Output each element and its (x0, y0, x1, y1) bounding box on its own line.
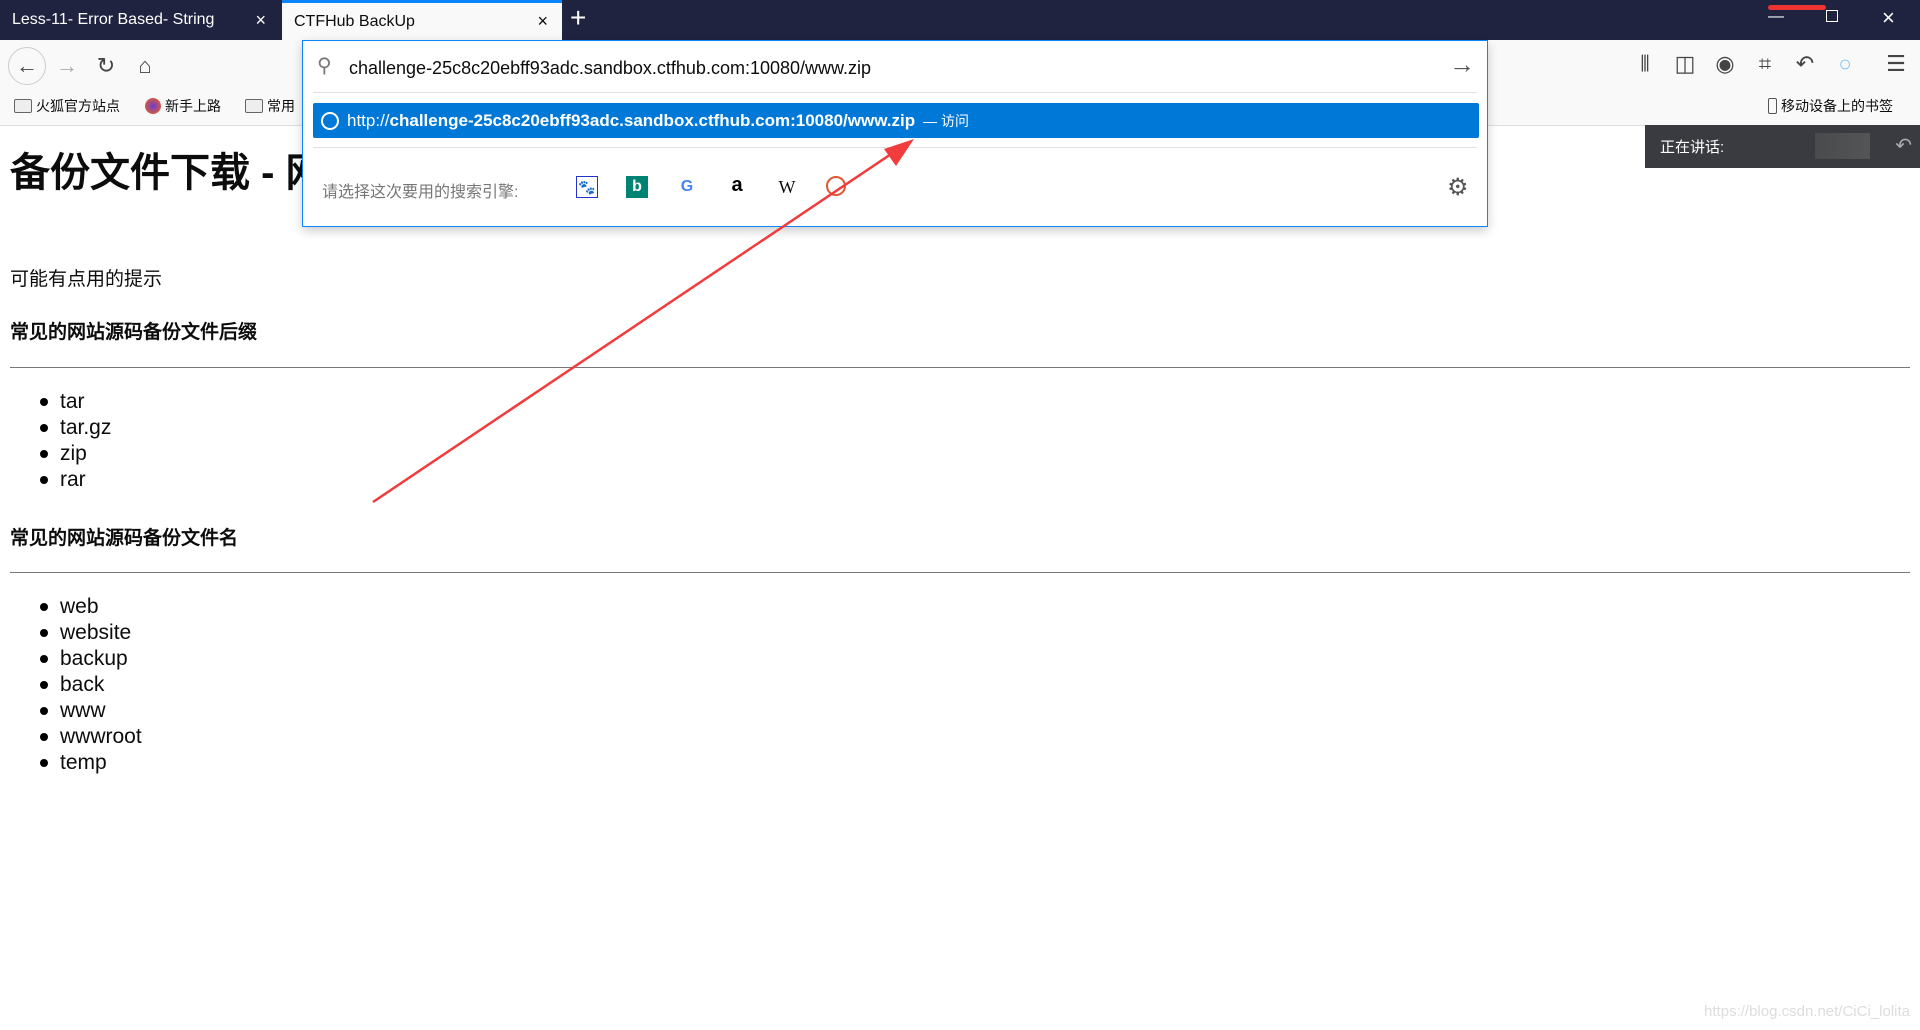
annotation-arrow (372, 139, 914, 504)
